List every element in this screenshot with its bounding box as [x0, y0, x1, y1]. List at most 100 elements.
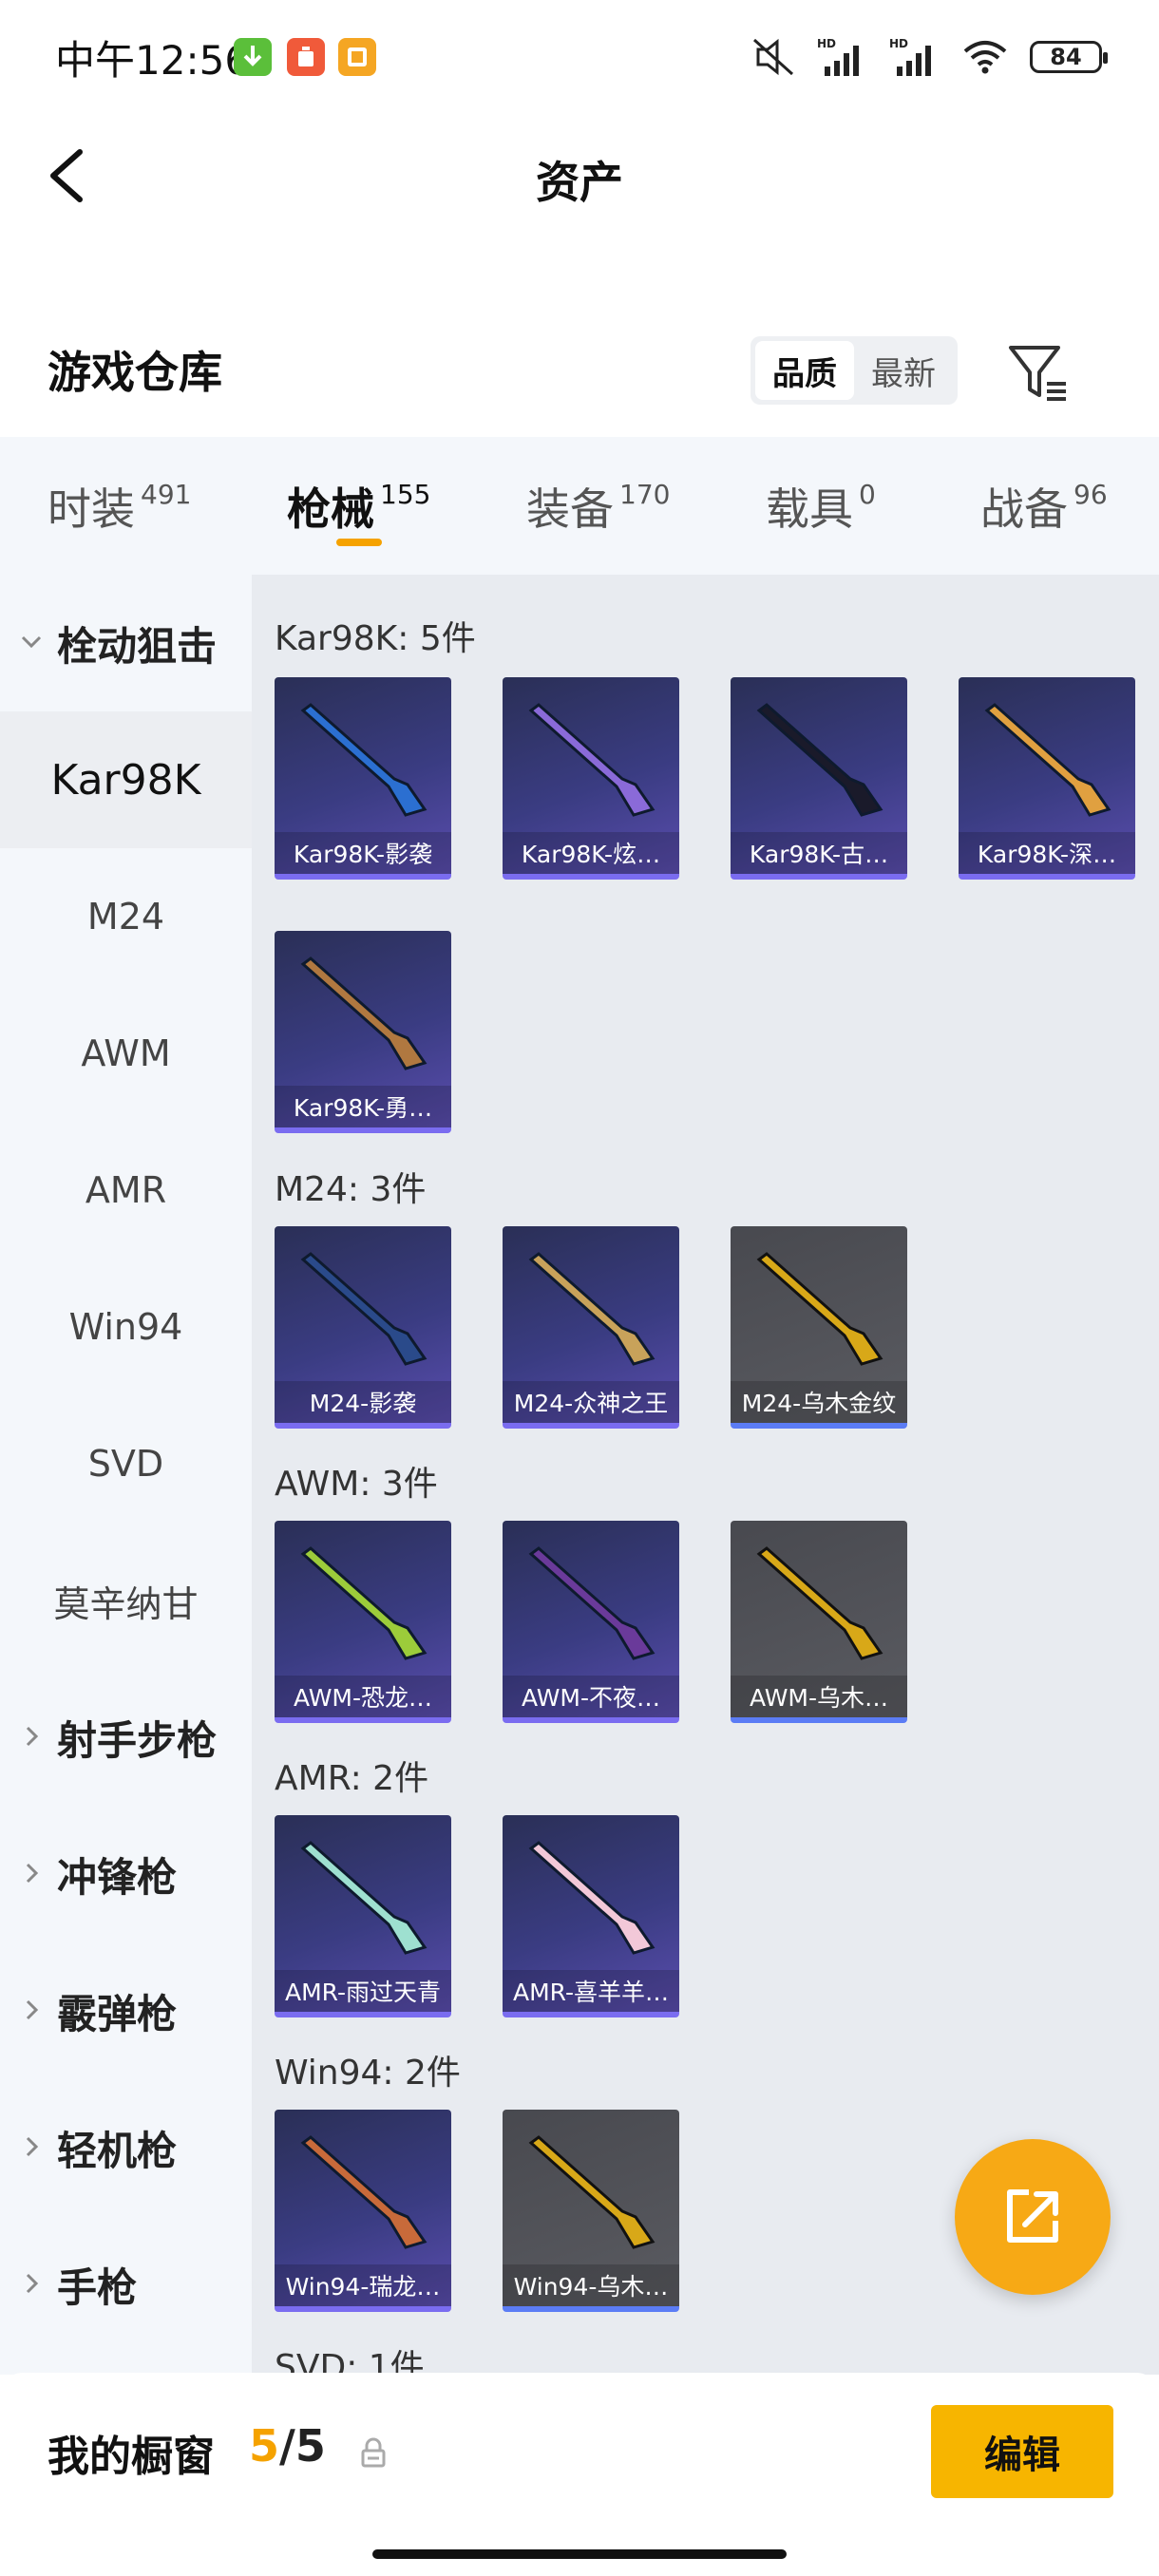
tab-battle-gear[interactable]: 战备 96	[980, 437, 1108, 575]
rifle-icon	[528, 1546, 656, 1660]
chevron-right-icon	[26, 2273, 39, 2294]
tab-equipment[interactable]: 装备 170	[526, 437, 670, 575]
group-title: Win94: 2件	[275, 2054, 461, 2093]
item-card[interactable]: AWM-不夜…	[503, 1521, 679, 1723]
item-name: AWM-乌木…	[731, 1676, 907, 1717]
edit-button[interactable]: 编辑	[931, 2405, 1113, 2498]
sidebar-item-label: Kar98K	[50, 755, 201, 805]
sidebar-group-lmg[interactable]: 轻机枪	[0, 2079, 252, 2216]
item-card[interactable]: AWM-恐龙…	[275, 1521, 451, 1723]
item-card[interactable]: Kar98K-勇…	[275, 931, 451, 1133]
svg-text:HD: HD	[817, 37, 836, 50]
item-card[interactable]: AWM-乌木…	[731, 1521, 907, 1723]
rifle-icon	[300, 1546, 428, 1660]
sidebar-item-label: 手枪	[57, 2263, 138, 2311]
sidebar-item-kar98k[interactable]: Kar98K	[0, 711, 252, 848]
item-card[interactable]: Kar98K-炫…	[503, 677, 679, 880]
sidebar-item-awm[interactable]: AWM	[0, 985, 252, 1122]
item-name: M24-众神之王	[503, 1381, 679, 1423]
sidebar-group-smg[interactable]: 冲锋枪	[0, 1806, 252, 1942]
tab-count: 491	[141, 479, 192, 510]
tab-count: 0	[859, 479, 876, 510]
wifi-icon	[963, 41, 1007, 74]
section-header: 游戏仓库 品质 最新	[0, 313, 1159, 418]
item-card[interactable]: AMR-喜羊羊…	[503, 1815, 679, 2017]
item-name: AWM-不夜…	[503, 1676, 679, 1717]
item-name: Kar98K-勇…	[275, 1086, 451, 1127]
tab-vehicles[interactable]: 载具 0	[766, 437, 876, 575]
share-icon	[1007, 2189, 1058, 2243]
showcase-current: 5	[249, 2420, 280, 2472]
sidebar-group-shotgun[interactable]: 霰弹枪	[0, 1942, 252, 2079]
page-title: 资产	[536, 157, 623, 208]
tab-count: 96	[1074, 479, 1108, 510]
item-name: AMR-雨过天青	[275, 1970, 451, 2012]
group-title: M24: 3件	[275, 1170, 427, 1209]
sidebar-item-svd[interactable]: SVD	[0, 1395, 252, 1532]
lock-icon	[361, 2437, 386, 2468]
group-title: SVD: 1件	[275, 2348, 425, 2375]
tab-label: 时装	[48, 483, 135, 535]
sidebar-group-bolt-action[interactable]: 栓动狙击	[0, 575, 252, 711]
item-card[interactable]: Kar98K-影袭	[275, 677, 451, 880]
chevron-right-icon	[26, 1999, 39, 2020]
item-card[interactable]: M24-乌木金纹	[731, 1226, 907, 1429]
chevron-right-icon	[26, 1863, 39, 1884]
item-name: M24-影袭	[275, 1381, 451, 1423]
share-button[interactable]	[955, 2139, 1111, 2295]
item-card[interactable]: M24-影袭	[275, 1226, 451, 1429]
sort-option-newest[interactable]: 最新	[854, 341, 953, 400]
item-name: AWM-恐龙…	[275, 1676, 451, 1717]
sidebar-item-label: 莫辛纳甘	[53, 1582, 199, 1625]
signal-hd-icon: HD	[889, 37, 931, 76]
rifle-icon	[756, 1252, 884, 1366]
sidebar-item-label: M24	[86, 896, 165, 938]
status-bar: 中午12:56 HD HD 84	[0, 0, 1159, 114]
section-title: 游戏仓库	[48, 347, 222, 398]
sidebar-item-label: 轻机枪	[57, 2127, 178, 2174]
rifle-icon	[528, 1252, 656, 1366]
app-header: 资产	[0, 114, 1159, 237]
item-name: Kar98K-深…	[959, 832, 1135, 874]
home-indicator[interactable]	[372, 2549, 787, 2559]
tab-weapons[interactable]: 枪械 155	[287, 437, 430, 575]
chevron-right-icon	[26, 1726, 39, 1747]
tab-fashion[interactable]: 时装 491	[48, 437, 191, 575]
red-app-icon	[287, 38, 325, 76]
tab-label: 枪械	[287, 483, 374, 535]
item-card[interactable]: Win94-乌木…	[503, 2110, 679, 2312]
rifle-icon	[300, 957, 428, 1070]
filter-icon[interactable]	[1005, 342, 1072, 405]
sidebar-item-amr[interactable]: AMR	[0, 1122, 252, 1259]
rifle-icon	[300, 1841, 428, 1955]
rifle-icon	[528, 2135, 656, 2249]
item-card[interactable]: Win94-瑞龙…	[275, 2110, 451, 2312]
sort-option-quality[interactable]: 品质	[755, 341, 854, 400]
sidebar-group-dmr[interactable]: 射手步枪	[0, 1669, 252, 1806]
chevron-down-icon	[21, 635, 42, 649]
sidebar-item-mosin[interactable]: 莫辛纳甘	[0, 1532, 252, 1669]
showcase-label: 我的橱窗	[48, 2433, 215, 2481]
category-tabs: 时装 491 枪械 155 装备 170 载具 0 战备 96	[0, 437, 1159, 575]
sidebar-item-win94[interactable]: Win94	[0, 1259, 252, 1395]
item-card[interactable]: Kar98K-古…	[731, 677, 907, 880]
item-name: Kar98K-古…	[731, 832, 907, 874]
item-card[interactable]: Kar98K-深…	[959, 677, 1135, 880]
item-name: AMR-喜羊羊…	[503, 1970, 679, 2012]
sidebar-item-m24[interactable]: M24	[0, 848, 252, 985]
mute-icon	[752, 38, 794, 76]
tab-count: 155	[380, 479, 431, 510]
sidebar-group-pistol[interactable]: 手枪	[0, 2216, 252, 2353]
item-card[interactable]: AMR-雨过天青	[275, 1815, 451, 2017]
group-title: AWM: 3件	[275, 1465, 438, 1504]
sidebar-item-label: 冲锋枪	[57, 1853, 178, 1901]
chevron-right-icon	[26, 2136, 39, 2157]
rifle-icon	[756, 1546, 884, 1660]
sort-toggle: 品质 最新	[750, 336, 958, 405]
svg-text:HD: HD	[889, 37, 908, 50]
item-name: Kar98K-影袭	[275, 832, 451, 874]
group-title: Kar98K: 5件	[275, 619, 476, 658]
rifle-icon	[984, 703, 1112, 817]
item-card[interactable]: M24-众神之王	[503, 1226, 679, 1429]
rifle-icon	[300, 703, 428, 817]
